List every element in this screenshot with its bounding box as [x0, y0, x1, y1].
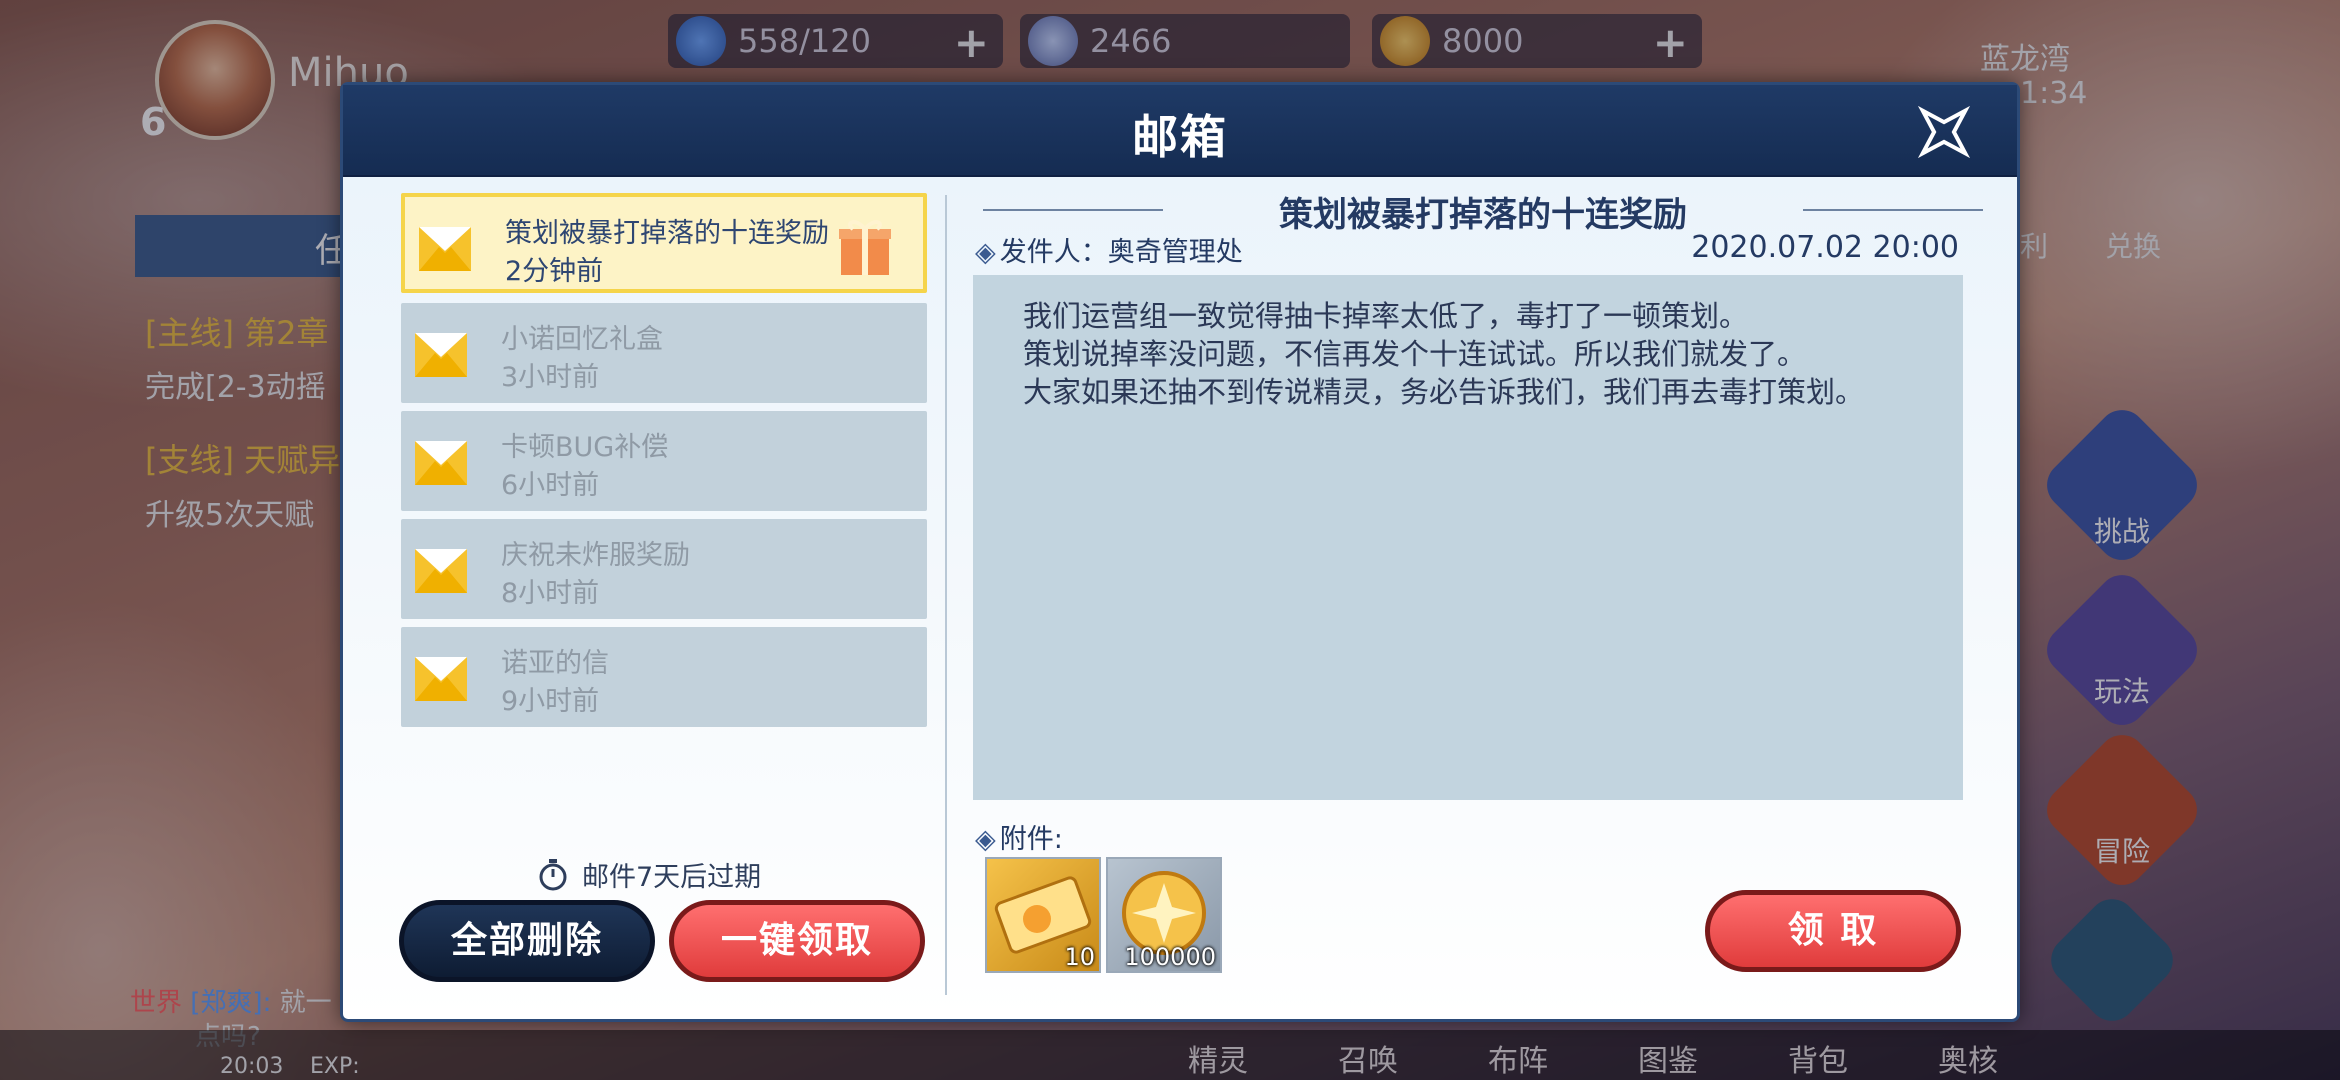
mail-title: 卡顿BUG补偿	[501, 432, 669, 463]
attachment-item[interactable]: 100000	[1106, 857, 1222, 973]
envelope-icon	[415, 549, 467, 593]
sender-label: 发件人：	[999, 237, 1108, 268]
mailbox-dialog: 邮箱 策划被暴打掉落的十连奖励 2分钟前 小诺回忆礼盒 3小时前 卡顿BUG补偿…	[340, 82, 2020, 1022]
stopwatch-icon	[539, 858, 567, 890]
mail-body: 我们运营组一致觉得抽卡掉率太低了，毒打了一顿策划。 策划说掉率没问题，不信再发个…	[973, 275, 1963, 800]
dialog-header: 邮箱	[343, 85, 2017, 177]
diamond-bullet-icon: ◈	[975, 237, 996, 268]
mail-item[interactable]: 小诺回忆礼盒 3小时前	[401, 303, 927, 403]
mail-time: 8小时前	[501, 578, 600, 609]
attachment-count: 100000	[1124, 943, 1216, 971]
mail-body-line: 策划说掉率没问题，不信再发个十连试试。所以我们就发了。	[1023, 337, 1807, 371]
claim-all-button[interactable]: 一键领取	[669, 900, 925, 982]
dialog-title: 邮箱	[1132, 110, 1228, 164]
mail-detail-title: 策划被暴打掉落的十连奖励	[1279, 195, 1687, 235]
mail-title: 诺亚的信	[501, 648, 609, 679]
mail-date: 2020.07.02 20:00	[1691, 230, 1959, 265]
claim-button[interactable]: 领 取	[1705, 890, 1961, 972]
mail-title: 策划被暴打掉落的十连奖励	[505, 218, 829, 249]
mail-title: 庆祝未炸服奖励	[501, 540, 690, 571]
gift-icon	[839, 220, 891, 275]
mail-time: 3小时前	[501, 362, 600, 393]
mail-time: 2分钟前	[505, 256, 604, 287]
expire-text: 邮件7天后过期	[582, 862, 762, 893]
sender-name: 奥奇管理处	[1107, 237, 1243, 268]
mail-time: 6小时前	[501, 470, 600, 501]
expire-note: 邮件7天后过期	[538, 855, 761, 894]
attachment-count: 10	[1064, 943, 1095, 971]
mail-item[interactable]: 策划被暴打掉落的十连奖励 2分钟前	[401, 193, 927, 293]
mail-time: 9小时前	[501, 686, 600, 717]
envelope-icon	[415, 441, 467, 485]
sender-line: ◈ 发件人：奥奇管理处	[975, 230, 1243, 269]
envelope-icon	[419, 227, 471, 271]
panel-divider	[945, 195, 947, 995]
mail-item[interactable]: 诺亚的信 9小时前	[401, 627, 927, 727]
envelope-icon	[415, 333, 467, 377]
close-x-icon	[1917, 105, 1971, 159]
mail-title: 小诺回忆礼盒	[501, 324, 663, 355]
envelope-icon	[415, 657, 467, 701]
mail-body-line: 我们运营组一致觉得抽卡掉率太低了，毒打了一顿策划。	[1023, 299, 1749, 333]
attach-label-text: 附件:	[999, 824, 1063, 855]
delete-all-button[interactable]: 全部删除	[399, 900, 655, 982]
close-button[interactable]	[1909, 97, 1979, 167]
mail-item[interactable]: 卡顿BUG补偿 6小时前	[401, 411, 927, 511]
attachments-label: ◈ 附件:	[975, 817, 1063, 856]
mail-item[interactable]: 庆祝未炸服奖励 8小时前	[401, 519, 927, 619]
attachment-item[interactable]: 10	[985, 857, 1101, 973]
mail-body-line: 大家如果还抽不到传说精灵，务必告诉我们，我们再去毒打策划。	[1023, 375, 1865, 409]
diamond-bullet-icon: ◈	[975, 824, 996, 855]
